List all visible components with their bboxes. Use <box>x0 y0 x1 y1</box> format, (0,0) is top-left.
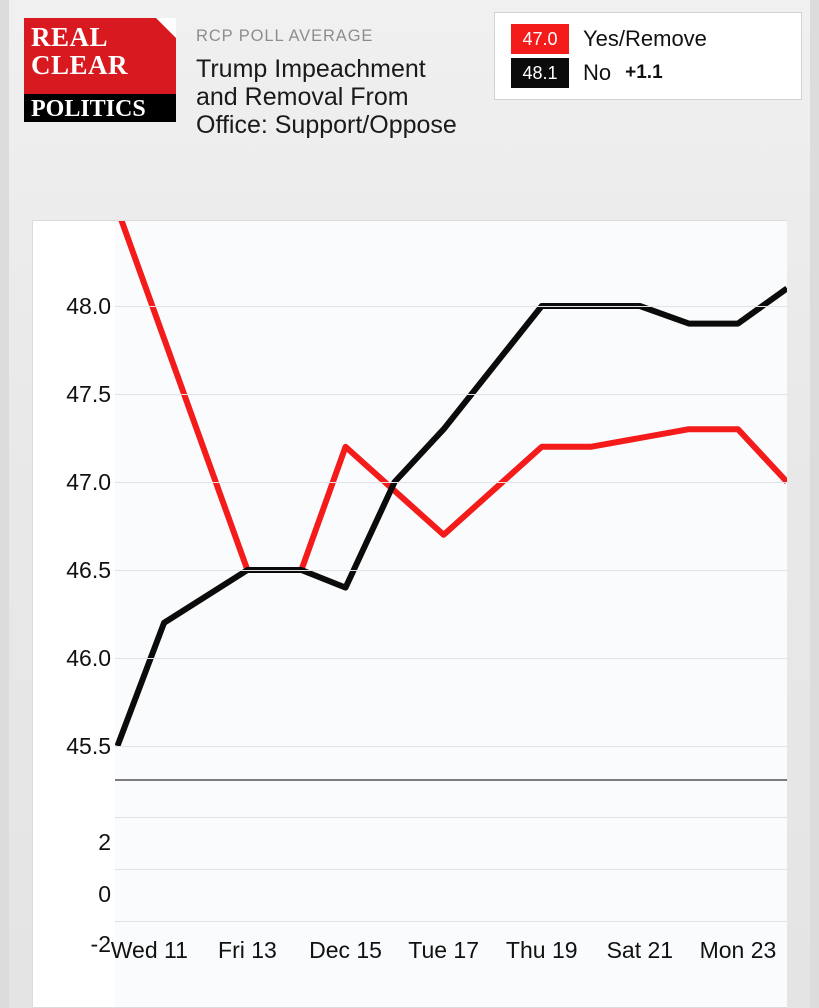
x-axis-tick-label: Mon 23 <box>699 937 777 963</box>
legend-value-yes-remove: 47.0 <box>511 24 569 54</box>
legend-label-yes-remove: Yes/Remove <box>583 26 707 51</box>
legend-label-no: No <box>583 60 612 85</box>
x-axis-tick-label: Dec 15 <box>309 937 382 963</box>
x-axis-tick-label: Sat 21 <box>606 937 674 963</box>
legend-item-yes-remove[interactable]: 47.0 Yes/Remove <box>511 22 801 56</box>
page-right-edge <box>810 0 819 1008</box>
plot-area[interactable] <box>115 221 787 1007</box>
gridline <box>115 394 787 395</box>
logo-text-politics: POLITICS <box>31 96 146 122</box>
x-axis-tick-label: Thu 19 <box>505 937 578 963</box>
x-axis-labels: Wed 11 Fri 13 Dec 15 Tue 17 Thu 19 Sat 21 Mon … <box>111 937 787 989</box>
legend-delta-no: +1.1 <box>625 62 663 83</box>
gridline <box>115 306 787 307</box>
x-axis-tick-label: Tue 17 <box>408 937 480 963</box>
gridline <box>115 658 787 659</box>
y-axis-tick-label: 45.5 <box>66 733 111 759</box>
y-axis-tick-label: 47.5 <box>66 381 111 407</box>
header-text-group: RCP POLL AVERAGE Trump Impeachment and R… <box>196 18 496 139</box>
axis-break-divider <box>115 779 787 781</box>
legend-item-no[interactable]: 48.1 No +1.1 <box>511 56 801 90</box>
logo-text-clear: CLEAR <box>31 50 129 80</box>
logo-text-real: REAL <box>31 22 109 52</box>
page-title: Trump Impeachment and Removal From Offic… <box>196 54 457 140</box>
legend-value-no: 48.1 <box>511 58 569 88</box>
x-axis-tick-label: Fri 13 <box>218 937 277 963</box>
chart-lines <box>115 221 787 748</box>
gridline-secondary <box>115 817 787 818</box>
gridline <box>115 570 787 571</box>
gridline-secondary <box>115 921 787 922</box>
y-axis-tick-label: 48.0 <box>66 293 111 319</box>
page-left-edge <box>0 0 9 1008</box>
y-axis-tick-label-secondary: -2 <box>90 931 111 957</box>
series-line-yes-remove <box>118 221 787 573</box>
gridline <box>115 746 787 747</box>
poll-average-kicker: RCP POLL AVERAGE <box>196 27 374 45</box>
logo-corner-fold-icon <box>156 18 176 38</box>
y-axis-tick-label-secondary: 0 <box>98 881 111 907</box>
y-axis-tick-label-secondary: 2 <box>98 829 111 855</box>
chart-legend: 47.0 Yes/Remove 48.1 No +1.1 <box>494 12 802 100</box>
y-axis-labels: 48.0 47.5 47.0 46.5 46.0 45.5 2 0 -2 <box>33 221 111 1007</box>
y-axis-tick-label: 46.5 <box>66 557 111 583</box>
chart-header: REAL CLEAR POLITICS RCP POLL AVERAGE Tru… <box>24 18 494 208</box>
x-axis-tick-label: Wed 11 <box>110 937 188 963</box>
y-axis-tick-label: 46.0 <box>66 645 111 671</box>
chart-panel: 48.0 47.5 47.0 46.5 46.0 45.5 2 0 -2 Wed 11 Fri 1… <box>32 220 787 1008</box>
gridline <box>115 482 787 483</box>
realclearpolitics-logo: REAL CLEAR POLITICS <box>24 18 176 122</box>
gridline-secondary <box>115 869 787 870</box>
y-axis-tick-label: 47.0 <box>66 469 111 495</box>
series-line-no <box>115 285 787 748</box>
